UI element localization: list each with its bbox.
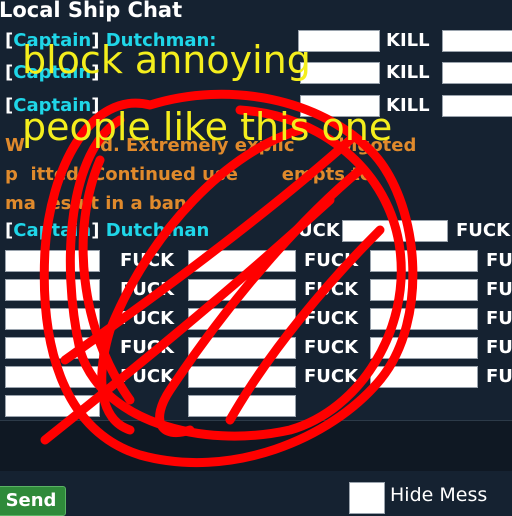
annotation-text: block annoying	[22, 38, 311, 82]
scribble-stroke	[40, 195, 335, 445]
scribble-stroke	[39, 89, 418, 467]
scribble-stroke	[97, 125, 305, 435]
annotation-text: people like this one	[22, 105, 393, 149]
scribble-stroke	[60, 135, 355, 365]
